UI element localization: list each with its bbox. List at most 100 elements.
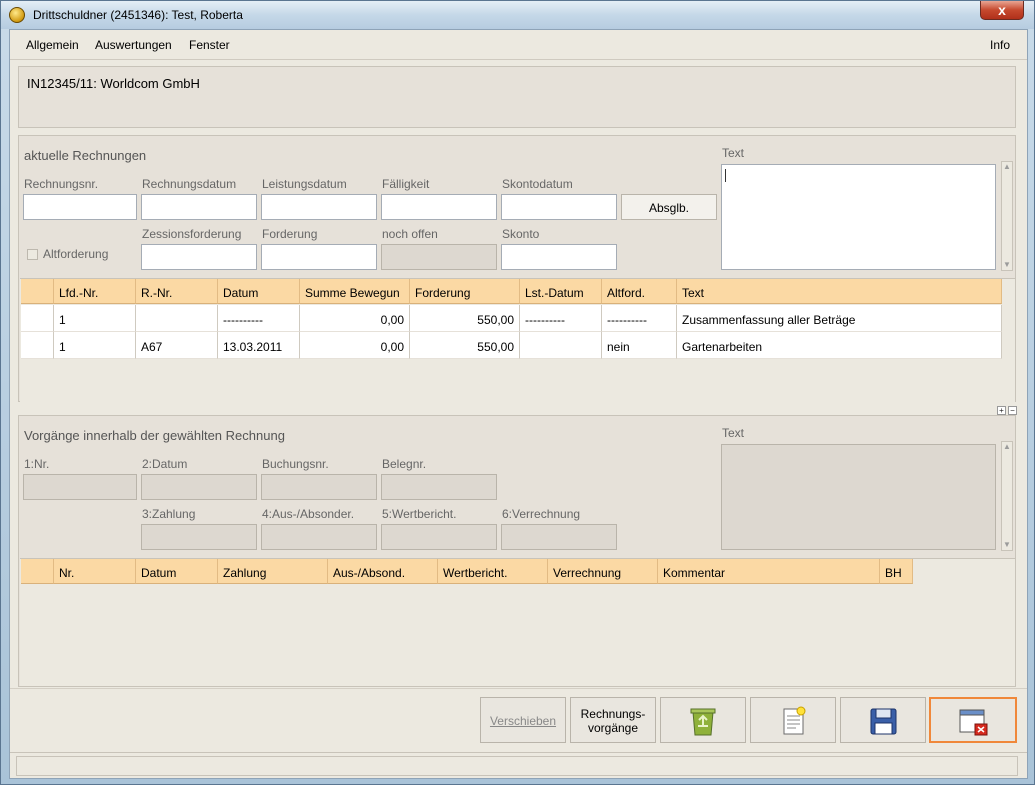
close-window-icon: [959, 709, 988, 736]
absglb-button[interactable]: Absglb.: [621, 194, 717, 220]
skontodatum-input[interactable]: [501, 194, 617, 220]
tx-column-header-datum[interactable]: Datum: [136, 559, 218, 584]
tx-column-header-wertbericht[interactable]: Wertbericht.: [438, 559, 548, 584]
transactions-section-title: Vorgänge innerhalb der gewählten Rechnun…: [24, 428, 285, 443]
invoice-cell-datum[interactable]: 13.03.2011: [218, 332, 300, 359]
zessionsforderung-input[interactable]: [141, 244, 257, 270]
invoice-cell-summe-bewegung[interactable]: 0,00: [300, 332, 410, 359]
label-belegnr: Belegnr.: [382, 457, 427, 471]
forderung-input[interactable]: [261, 244, 377, 270]
column-header-sel[interactable]: [21, 279, 54, 304]
skonto-input[interactable]: [501, 244, 617, 270]
column-header-lst-datum[interactable]: Lst.-Datum: [520, 279, 602, 304]
menu-auswertungen[interactable]: Auswertungen: [95, 38, 172, 52]
new-document-icon: [783, 706, 806, 735]
window-close-button[interactable]: x: [980, 1, 1024, 20]
rechnungsdatum-input[interactable]: [141, 194, 257, 220]
invoice-cell-forderung[interactable]: 550,00: [410, 332, 520, 359]
transaction-text-area: [721, 444, 996, 550]
rechnungsvorgaenge-label-line2: vorgänge: [587, 721, 639, 735]
invoice-cell-forderung[interactable]: 550,00: [410, 305, 520, 332]
invoices-panel: aktuelle Rechnungen Rechnungsnr. Rechnun…: [18, 135, 1016, 402]
tx-column-header-kommentar[interactable]: Kommentar: [658, 559, 880, 584]
leistungsdatum-input[interactable]: [261, 194, 377, 220]
invoice-cell-lfd-nr[interactable]: 1: [54, 305, 136, 332]
menu-allgemein[interactable]: Allgemein: [26, 38, 79, 52]
rechnungsnr-input[interactable]: [23, 194, 137, 220]
tx-column-header-aus-absond[interactable]: Aus-/Absond.: [328, 559, 438, 584]
invoice-cell-sel[interactable]: [21, 332, 54, 359]
close-window-button[interactable]: [929, 697, 1017, 743]
title-bar[interactable]: Drittschuldner (2451346): Test, Roberta …: [1, 1, 1034, 29]
invoice-cell-summe-bewegung[interactable]: 0,00: [300, 305, 410, 332]
invoice-cell-r-nr[interactable]: A67: [136, 332, 218, 359]
invoice-cell-sel[interactable]: [21, 305, 54, 332]
splitter-collapse-button[interactable]: −: [1008, 406, 1017, 415]
menu-bar: Allgemein Auswertungen Fenster Info: [10, 30, 1027, 60]
nr-field: [23, 474, 137, 500]
menu-fenster[interactable]: Fenster: [189, 38, 230, 52]
transaction-text-scrollbar[interactable]: ▲ ▼: [1001, 441, 1013, 551]
invoice-cell-datum[interactable]: ----------: [218, 305, 300, 332]
column-header-r-nr[interactable]: R.-Nr.: [136, 279, 218, 304]
tx-column-header-sel[interactable]: [21, 559, 54, 584]
splitter-expand-button[interactable]: +: [997, 406, 1006, 415]
invoice-text-area[interactable]: [721, 164, 996, 270]
buchungsnr-field: [261, 474, 377, 500]
case-header-panel: IN12345/11: Worldcom GmbH: [18, 66, 1016, 128]
invoice-cell-lst-datum[interactable]: [520, 332, 602, 359]
rechnungsvorgaenge-button[interactable]: Rechnungs- vorgänge: [570, 697, 656, 743]
menu-info[interactable]: Info: [990, 38, 1010, 52]
invoice-cell-text[interactable]: Zusammenfassung aller Beträge: [677, 305, 1002, 332]
client-area: Allgemein Auswertungen Fenster Info IN12…: [9, 29, 1028, 779]
scroll-down-icon[interactable]: ▼: [1002, 260, 1012, 270]
label-wertbericht: 5:Wertbericht.: [382, 507, 457, 521]
floppy-disk-icon: [870, 708, 897, 735]
recycle-bin-icon: [690, 708, 716, 736]
scroll-down-icon[interactable]: ▼: [1002, 540, 1012, 550]
invoice-cell-text[interactable]: Gartenarbeiten: [677, 332, 1002, 359]
altforderung-checkbox[interactable]: [27, 249, 38, 260]
aus-absonder-field: [261, 524, 377, 550]
save-button[interactable]: [840, 697, 926, 743]
label-leistungsdatum: Leistungsdatum: [262, 177, 347, 191]
verschieben-button[interactable]: Verschieben: [480, 697, 566, 743]
invoice-cell-altford[interactable]: ----------: [602, 305, 677, 332]
noch-offen-field: [381, 244, 497, 270]
tx-column-header-zahlung[interactable]: Zahlung: [218, 559, 328, 584]
label-rechnungsnr: Rechnungsnr.: [24, 177, 99, 191]
tx-column-header-bh[interactable]: BH: [880, 559, 913, 584]
column-header-datum[interactable]: Datum: [218, 279, 300, 304]
verschieben-label: Verschieben: [489, 714, 557, 728]
scroll-up-icon[interactable]: ▲: [1002, 442, 1012, 452]
invoice-text-scrollbar[interactable]: ▲ ▼: [1001, 161, 1013, 271]
label-noch-offen: noch offen: [382, 227, 438, 241]
label-skonto: Skonto: [502, 227, 540, 241]
application-window: Drittschuldner (2451346): Test, Roberta …: [0, 0, 1035, 785]
label-transaction-text: Text: [722, 426, 745, 440]
column-header-lfd-nr[interactable]: Lfd.-Nr.: [54, 279, 136, 304]
label-forderung: Forderung: [262, 227, 318, 241]
column-header-altford[interactable]: Altford.: [602, 279, 677, 304]
datum-field: [141, 474, 257, 500]
invoice-cell-r-nr[interactable]: [136, 305, 218, 332]
label-rechnungsdatum: Rechnungsdatum: [142, 177, 237, 191]
invoice-cell-lst-datum[interactable]: ----------: [520, 305, 602, 332]
label-skontodatum: Skontodatum: [502, 177, 573, 191]
invoices-section-title: aktuelle Rechnungen: [24, 148, 147, 163]
new-document-button[interactable]: [750, 697, 836, 743]
app-icon: [9, 7, 25, 23]
scroll-up-icon[interactable]: ▲: [1002, 162, 1012, 172]
invoice-cell-altford[interactable]: nein: [602, 332, 677, 359]
label-zessionsforderung: Zessionsforderung: [142, 227, 242, 241]
column-header-summe-bewegung[interactable]: Summe Bewegun: [300, 279, 410, 304]
faelligkeit-input[interactable]: [381, 194, 497, 220]
tx-column-header-nr[interactable]: Nr.: [54, 559, 136, 584]
tx-column-header-verrechnung[interactable]: Verrechnung: [548, 559, 658, 584]
recycle-button[interactable]: [660, 697, 746, 743]
column-header-text[interactable]: Text: [677, 279, 1002, 304]
transactions-panel: Vorgänge innerhalb der gewählten Rechnun…: [18, 415, 1016, 687]
zahlung-field: [141, 524, 257, 550]
column-header-forderung[interactable]: Forderung: [410, 279, 520, 304]
invoice-cell-lfd-nr[interactable]: 1: [54, 332, 136, 359]
